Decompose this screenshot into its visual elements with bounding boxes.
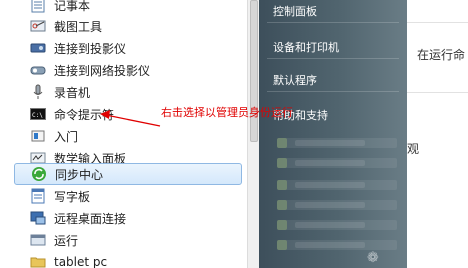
scrollbar-thumb[interactable] — [250, 0, 258, 142]
faded-row — [277, 220, 397, 230]
projector-icon — [30, 40, 46, 56]
program-item-wordpad[interactable]: 写字板 — [14, 185, 242, 207]
menu-separator — [267, 58, 399, 59]
window-divider — [407, 92, 468, 93]
faded-row — [277, 200, 397, 210]
background-window: 在运行命 观 — [407, 0, 468, 268]
program-item-label: 连接到网络投影仪 — [54, 63, 151, 78]
program-item-tablet-pc-folder[interactable]: tablet pc — [14, 251, 242, 268]
menu-separator — [267, 22, 399, 23]
faded-row — [277, 158, 397, 168]
network-projector-icon — [30, 62, 46, 78]
faded-row — [277, 180, 397, 190]
program-item-label: tablet pc — [54, 255, 108, 268]
program-item-label: 远程桌面连接 — [54, 211, 127, 226]
program-item-run[interactable]: 运行 — [14, 229, 242, 251]
command-prompt-icon: C:\ — [30, 106, 46, 122]
program-item-label: 命令提示符 — [54, 107, 115, 122]
wordpad-icon — [30, 188, 46, 204]
menu-item-control-panel[interactable]: 控制面板 — [273, 3, 317, 19]
svg-text:C:\: C:\ — [32, 112, 43, 119]
program-item-label: 记事本 — [54, 0, 91, 13]
folder-icon — [30, 254, 46, 268]
snipping-tool-icon — [30, 18, 46, 34]
watermark-paw-icon: ❁ — [367, 250, 379, 266]
program-item-network-projector[interactable]: 连接到网络投影仪 — [14, 59, 242, 81]
notepad-icon — [30, 0, 46, 13]
program-item-remote-desktop[interactable]: 远程桌面连接 — [14, 207, 242, 229]
program-item-sound-recorder[interactable]: 录音机 — [14, 81, 242, 103]
microphone-icon — [30, 84, 46, 100]
program-list-scrollbar[interactable] — [247, 0, 259, 268]
remote-desktop-icon — [30, 210, 46, 226]
program-item-label: 截图工具 — [54, 19, 103, 34]
program-item-snipping-tool[interactable]: 截图工具 — [14, 15, 242, 37]
program-item-projector[interactable]: 连接到投影仪 — [14, 37, 242, 59]
program-item-label: 连接到投影仪 — [54, 41, 127, 56]
menu-item-devices-printers[interactable]: 设备和打印机 — [273, 39, 339, 55]
program-item-label: 录音机 — [54, 85, 91, 100]
start-menu-right-pane: 控制面板 设备和打印机 默认程序 帮助和支持 ❁ — [259, 0, 407, 268]
menu-separator — [267, 91, 399, 92]
program-item-getting-started[interactable]: 入门 — [14, 125, 242, 147]
program-item-notepad[interactable]: 记事本 — [14, 0, 242, 16]
faded-row — [277, 240, 397, 250]
sync-center-icon — [31, 166, 47, 182]
background-text: 观 — [407, 142, 420, 156]
program-item-label: 同步中心 — [55, 167, 104, 182]
background-text: 在运行命 — [417, 48, 466, 62]
program-item-label: 写字板 — [54, 189, 91, 204]
faded-row — [277, 138, 397, 148]
annotation-text: 右击选择以管理员身份运行 — [161, 106, 293, 119]
program-item-label: 入门 — [54, 129, 79, 144]
program-item-sync-center[interactable]: 同步中心 — [14, 163, 242, 185]
window-divider — [407, 22, 468, 23]
run-icon — [30, 232, 46, 248]
program-list: 记事本 截图工具 连接到投影仪 连接到网络投影仪 录音机 C:\ 命令提示符 入… — [0, 0, 247, 268]
program-item-label: 运行 — [54, 233, 79, 248]
menu-item-default-programs[interactable]: 默认程序 — [273, 72, 317, 88]
getting-started-icon — [30, 128, 46, 144]
